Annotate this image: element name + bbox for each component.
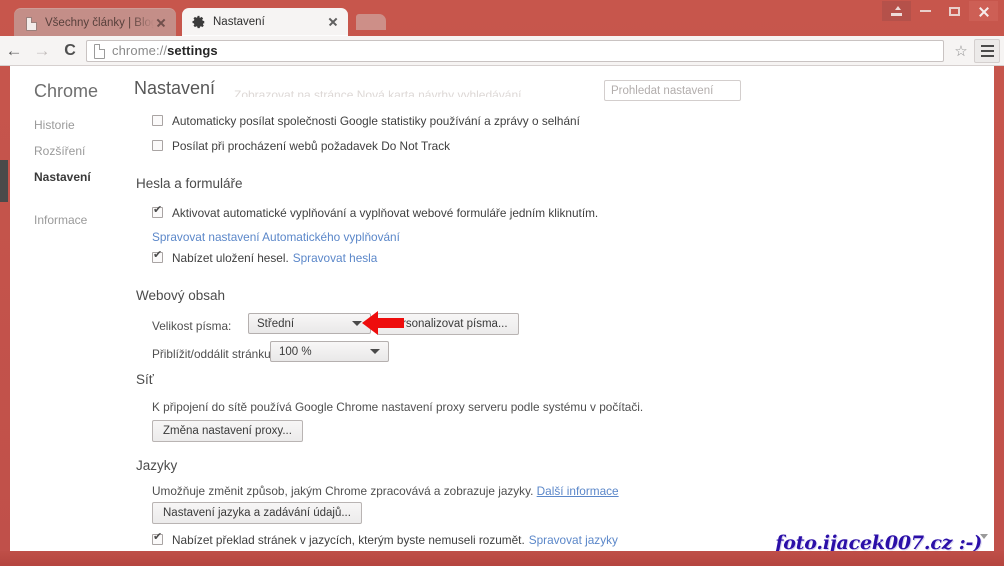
sidebar-item-extensions[interactable]: Rozšíření <box>34 144 85 158</box>
new-tab-button[interactable] <box>356 14 386 30</box>
page-info-icon[interactable] <box>93 44 106 58</box>
upload-icon[interactable] <box>882 1 911 21</box>
section-title-passwords: Hesla a formuláře <box>136 176 243 191</box>
reload-icon[interactable]: C <box>56 38 84 64</box>
chevron-down-icon <box>370 349 380 354</box>
font-size-select[interactable]: Střední <box>248 313 371 334</box>
tab-inactive[interactable]: Všechny články | Blog o vš <box>14 8 176 36</box>
checkbox-row-autofill[interactable]: Aktivovat automatické vyplňování a vyplň… <box>152 206 598 220</box>
tab-settings[interactable]: Nastavení <box>182 8 348 36</box>
page-title: Nastavení <box>134 78 215 99</box>
tab-title: Nastavení <box>213 16 265 28</box>
language-input-settings-button[interactable]: Nastavení jazyka a zadávání údajů... <box>152 502 362 524</box>
manage-passwords-link[interactable]: Spravovat hesla <box>293 251 378 265</box>
checkbox-icon[interactable] <box>152 534 163 545</box>
close-window-button[interactable] <box>969 1 998 21</box>
row-label: Posílat při procházení webů požadavek Do… <box>172 139 450 153</box>
window-bottom-frame <box>0 551 1004 566</box>
settings-sidebar: Chrome Historie Rozšíření Nastavení Info… <box>10 66 134 551</box>
change-proxy-settings-button[interactable]: Změna nastavení proxy... <box>152 420 303 442</box>
document-icon <box>24 16 38 30</box>
chrome-brand-label: Chrome <box>34 81 98 102</box>
search-settings-input[interactable]: Prohledat nastavení <box>604 80 741 101</box>
font-size-label: Velikost písma: <box>152 319 231 333</box>
checkbox-row-offer-translate[interactable]: Nabízet překlad stránek v jazycích, kter… <box>152 533 618 547</box>
search-placeholder: Prohledat nastavení <box>611 85 713 97</box>
chevron-down-icon <box>352 321 362 326</box>
checkbox-icon[interactable] <box>152 252 163 263</box>
browser-toolbar: ← → C chrome://settings ☆ <box>0 36 1004 66</box>
manage-languages-link[interactable]: Spravovat jazyky <box>529 533 618 547</box>
checkbox-icon[interactable] <box>152 140 163 151</box>
scrolled-row-remnant: Zobrazovat na stránce Nová karta návrhy … <box>234 88 521 97</box>
window-controls <box>882 0 998 22</box>
window-edge-scrollbar-thumb[interactable] <box>0 160 8 202</box>
left-arrow-annotation <box>362 310 404 336</box>
section-title-web-content: Webový obsah <box>136 288 225 303</box>
checkbox-icon[interactable] <box>152 115 163 126</box>
url-scheme: chrome:// <box>112 43 167 58</box>
sidebar-item-about[interactable]: Informace <box>34 213 87 227</box>
url-path: settings <box>167 43 218 58</box>
bookmark-star-icon[interactable]: ☆ <box>948 38 974 64</box>
settings-content: Nastavení Zobrazovat na stránce Nová kar… <box>134 66 994 551</box>
zoom-label: Přiblížit/oddálit stránku: <box>152 347 274 361</box>
section-title-languages: Jazyky <box>136 458 177 473</box>
row-label: Automaticky posílat společnosti Google s… <box>172 114 580 128</box>
font-size-value: Střední <box>257 318 294 330</box>
page-viewport: Chrome Historie Rozšíření Nastavení Info… <box>10 66 994 551</box>
more-info-link[interactable]: Další informace <box>537 484 619 498</box>
gear-icon <box>192 15 206 29</box>
checkbox-row-usage-stats[interactable]: Automaticky posílat společnosti Google s… <box>152 114 580 128</box>
languages-description: Umožňuje změnit způsob, jakým Chrome zpr… <box>152 484 619 498</box>
back-icon[interactable]: ← <box>0 38 28 64</box>
row-label: Nabízet uložení hesel. <box>172 251 289 265</box>
minimize-button[interactable] <box>911 1 940 21</box>
checkbox-row-do-not-track[interactable]: Posílat při procházení webů požadavek Do… <box>152 139 450 153</box>
row-label: Aktivovat automatické vyplňování a vyplň… <box>172 206 598 220</box>
zoom-select[interactable]: 100 % <box>270 341 389 362</box>
tab-strip: Všechny články | Blog o vš Nastavení <box>0 0 1004 36</box>
languages-description-text: Umožňuje změnit způsob, jakým Chrome zpr… <box>152 484 533 498</box>
maximize-button[interactable] <box>940 1 969 21</box>
network-description: K připojení do sítě používá Google Chrom… <box>152 400 643 414</box>
section-title-network: Síť <box>136 372 154 387</box>
browser-window: Všechny články | Blog o vš Nastavení ← →… <box>0 0 1004 566</box>
forward-icon[interactable]: → <box>28 38 56 64</box>
checkbox-icon[interactable] <box>152 207 163 218</box>
manage-autofill-link-row: Spravovat nastavení Automatického vyplňo… <box>152 230 400 244</box>
manage-autofill-link[interactable]: Spravovat nastavení Automatického vyplňo… <box>152 230 400 244</box>
checkbox-row-offer-save-passwords[interactable]: Nabízet uložení hesel. Spravovat hesla <box>152 251 377 265</box>
close-icon[interactable] <box>154 16 168 30</box>
hamburger-menu-icon[interactable] <box>974 39 1000 63</box>
sidebar-item-settings[interactable]: Nastavení <box>34 170 91 184</box>
row-label: Nabízet překlad stránek v jazycích, kter… <box>172 533 525 547</box>
close-icon[interactable] <box>326 15 340 29</box>
zoom-value: 100 % <box>279 346 312 358</box>
address-bar-text: chrome://settings <box>112 43 218 58</box>
tab-title: Všechny články | Blog o vš <box>45 17 154 29</box>
omnibox[interactable]: chrome://settings <box>86 40 944 62</box>
sidebar-item-history[interactable]: Historie <box>34 118 75 132</box>
